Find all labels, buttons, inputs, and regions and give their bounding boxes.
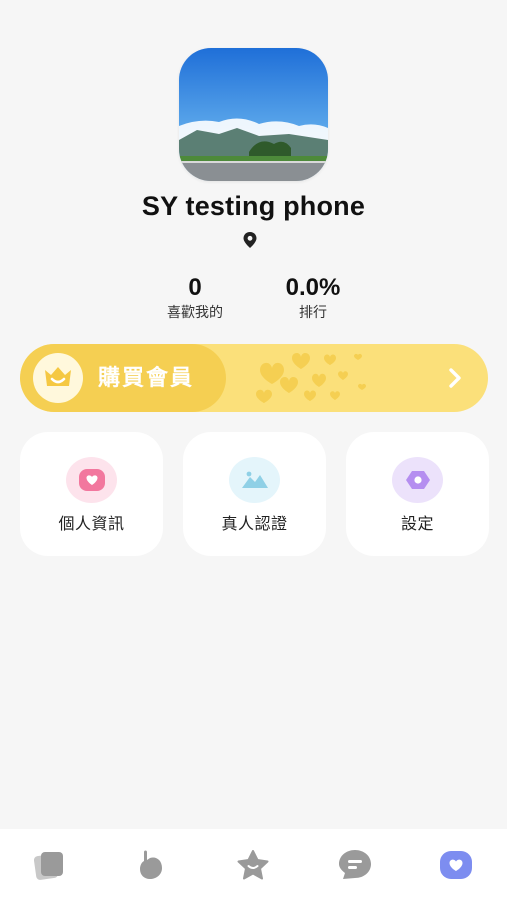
buy-membership-label: 購買會員 — [98, 365, 195, 390]
buy-membership-banner[interactable]: 購買會員 — [20, 344, 488, 412]
stat-rank-label: 排行 — [299, 304, 327, 320]
stat-likes-label: 喜歡我的 — [167, 304, 223, 320]
chevron-right-icon — [449, 368, 461, 388]
stat-rank-value: 0.0% — [285, 274, 341, 301]
star-icon — [237, 850, 269, 880]
settings-label: 設定 — [400, 516, 434, 533]
tab-gesture[interactable] — [131, 845, 171, 885]
cards-icon — [33, 852, 63, 880]
stat-rank[interactable]: 0.0% 排行 — [253, 273, 373, 321]
smile-crown-icon — [33, 353, 83, 403]
avatar[interactable] — [179, 48, 328, 181]
hearts-decoration-icon — [256, 352, 366, 403]
stat-likes-value: 0 — [188, 274, 202, 301]
verification-tile[interactable]: 真人認證 — [183, 432, 326, 556]
tab-profile[interactable] — [436, 845, 476, 885]
tab-star[interactable] — [233, 845, 273, 885]
settings-tile[interactable]: 設定 — [346, 432, 489, 556]
profile-section: SY testing phone 0 喜歡我的 0.0% 排行 — [0, 0, 507, 330]
verification-label: 真人認證 — [221, 516, 288, 533]
bottom-tab-bar — [0, 829, 507, 900]
profile-info-label: 個人資訊 — [58, 516, 125, 533]
location-pin-icon — [243, 232, 257, 248]
chat-icon — [339, 850, 371, 879]
heart-profile-icon — [440, 851, 472, 879]
tab-chat[interactable] — [335, 845, 375, 885]
profile-name: SY testing phone — [141, 191, 366, 221]
gesture-icon — [140, 850, 162, 879]
mountain-icon — [229, 457, 280, 503]
tab-cards[interactable] — [30, 845, 70, 885]
profile-info-tile[interactable]: 個人資訊 — [20, 432, 163, 556]
gear-icon — [392, 457, 443, 503]
heart-icon — [66, 457, 117, 503]
stat-likes[interactable]: 0 喜歡我的 — [135, 273, 255, 321]
